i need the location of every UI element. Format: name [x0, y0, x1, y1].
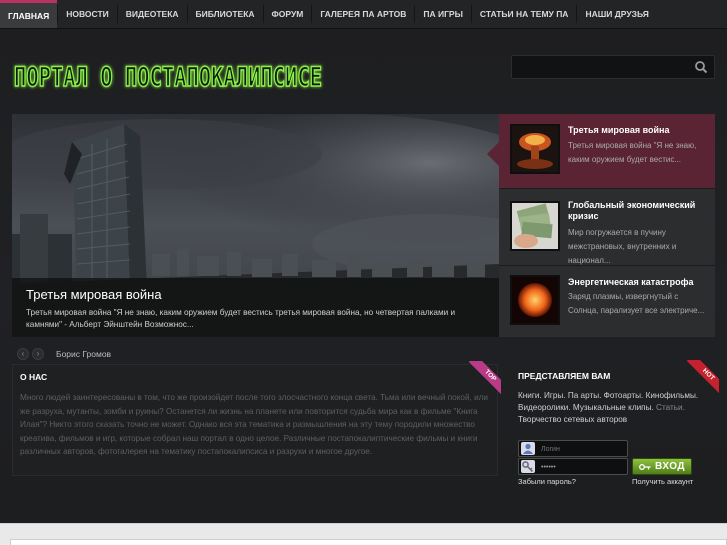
nuclear-explosion-image	[512, 126, 558, 172]
footer-panel	[10, 539, 727, 545]
present-text-muted: Статьи.	[656, 403, 685, 412]
search-icon[interactable]	[694, 60, 708, 74]
slider-next-button[interactable]: ›	[32, 348, 44, 360]
slider-item-title: Третья мировая война	[568, 125, 670, 135]
key-icon	[639, 463, 651, 470]
about-text: Много людей заинтересованы в том, что же…	[20, 393, 488, 456]
slider-item-title: Энергетическая катастрофа	[568, 277, 694, 287]
hot-badge: HOT	[686, 360, 719, 394]
present-title: ПРЕДСТАВЛЯЕМ ВАМ	[518, 371, 611, 381]
top-navigation: ГЛАВНАЯ НОВОСТИ ВИДЕОТЕКА БИБЛИОТЕКА ФОР…	[0, 0, 727, 29]
nav-item-articles[interactable]: СТАТЬИ НА ТЕМУ ПА	[472, 0, 577, 28]
active-slide-pointer	[487, 142, 499, 166]
money-hand-thumb	[510, 201, 560, 251]
about-section: О НАС Много людей заинтересованы в том, …	[12, 361, 501, 476]
search-box	[511, 55, 715, 79]
footer-strip	[0, 523, 727, 545]
hot-ribbon: HOT	[685, 360, 719, 394]
present-text: Книги. Игры. Па арты. Фотоарты. Кинофиль…	[518, 390, 708, 426]
password-input[interactable]	[541, 461, 625, 473]
slider-list: Третья мировая война Третья мировая войн…	[499, 114, 715, 337]
nav-item-video[interactable]: ВИДЕОТЕКА	[118, 0, 187, 28]
nav-item-gallery[interactable]: ГАЛЕРЕЯ ПА АРТОВ	[312, 0, 414, 28]
nav-item-news[interactable]: НОВОСТИ	[58, 0, 117, 28]
money-hand-image	[512, 203, 558, 249]
site-logo[interactable]: ПОРТАЛ О ПОСТАПОКАЛИПСИСЕ	[12, 48, 326, 98]
key-icon	[521, 460, 535, 473]
login-form: ВХОД Забыли пароль? Получить аккаунт	[518, 440, 708, 488]
logo-text: ПОРТАЛ О ПОСТАПОКАЛИПСИСЕ	[14, 62, 322, 93]
hero-image[interactable]: Третья мировая война Третья мировая войн…	[12, 114, 499, 337]
slider-item-excerpt: Мир погружается в пучину межстрановых, в…	[568, 228, 677, 265]
top-ribbon: TOP	[467, 361, 501, 395]
page: { "nav": { "items": [ {"label": "ГЛАВНАЯ…	[0, 0, 727, 545]
login-button-label: ВХОД	[654, 461, 686, 472]
sun-flare-image	[512, 277, 558, 323]
featured-slider: Третья мировая война Третья мировая войн…	[12, 114, 715, 337]
slider-item[interactable]: Энергетическая катастрофа Заряд плазмы, …	[499, 266, 715, 337]
nav-item-forum[interactable]: ФОРУМ	[264, 0, 312, 28]
password-field	[518, 458, 628, 475]
slider-item-title: Глобальный экономический кризис	[568, 200, 696, 221]
nuclear-explosion-thumb	[510, 124, 560, 174]
slider-item-excerpt: Заряд плазмы, извергнутый с Солнца, пара…	[568, 292, 705, 315]
slider-item[interactable]: Третья мировая война Третья мировая войн…	[499, 114, 715, 189]
slider-item-excerpt: Третья мировая война "Я не знаю, каким о…	[568, 141, 697, 164]
nav-item-games[interactable]: ПА ИГРЫ	[415, 0, 471, 28]
hero-caption: Третья мировая война Третья мировая войн…	[12, 278, 499, 337]
user-icon	[521, 442, 535, 455]
about-title: О НАС	[20, 372, 48, 382]
hero-excerpt: Третья мировая война "Я не знаю, каким о…	[26, 308, 456, 329]
search-input[interactable]	[518, 60, 688, 75]
slider-author: Борис Громов	[56, 349, 112, 359]
login-field	[518, 440, 628, 457]
login-button[interactable]: ВХОД	[632, 458, 692, 475]
forgot-password-link[interactable]: Забыли пароль?	[518, 477, 576, 486]
top-badge: TOP	[468, 361, 501, 395]
nav-item-library[interactable]: БИБЛИОТЕКА	[188, 0, 263, 28]
present-text-tail: Творчество сетевых авторов	[518, 415, 628, 424]
sun-flare-thumb	[510, 275, 560, 325]
register-link[interactable]: Получить аккаунт	[632, 477, 693, 486]
slider-item[interactable]: Глобальный экономический кризис Мир погр…	[499, 189, 715, 266]
nav-item-home[interactable]: ГЛАВНАЯ	[0, 0, 58, 28]
hero-title[interactable]: Третья мировая война	[26, 287, 485, 303]
slider-controls: ‹ › Борис Громов	[17, 347, 111, 361]
logo-graphic: ПОРТАЛ О ПОСТАПОКАЛИПСИСЕ	[13, 61, 323, 94]
slider-prev-button[interactable]: ‹	[17, 348, 29, 360]
login-input[interactable]	[541, 443, 625, 455]
nav-item-friends[interactable]: НАШИ ДРУЗЬЯ	[577, 0, 656, 28]
